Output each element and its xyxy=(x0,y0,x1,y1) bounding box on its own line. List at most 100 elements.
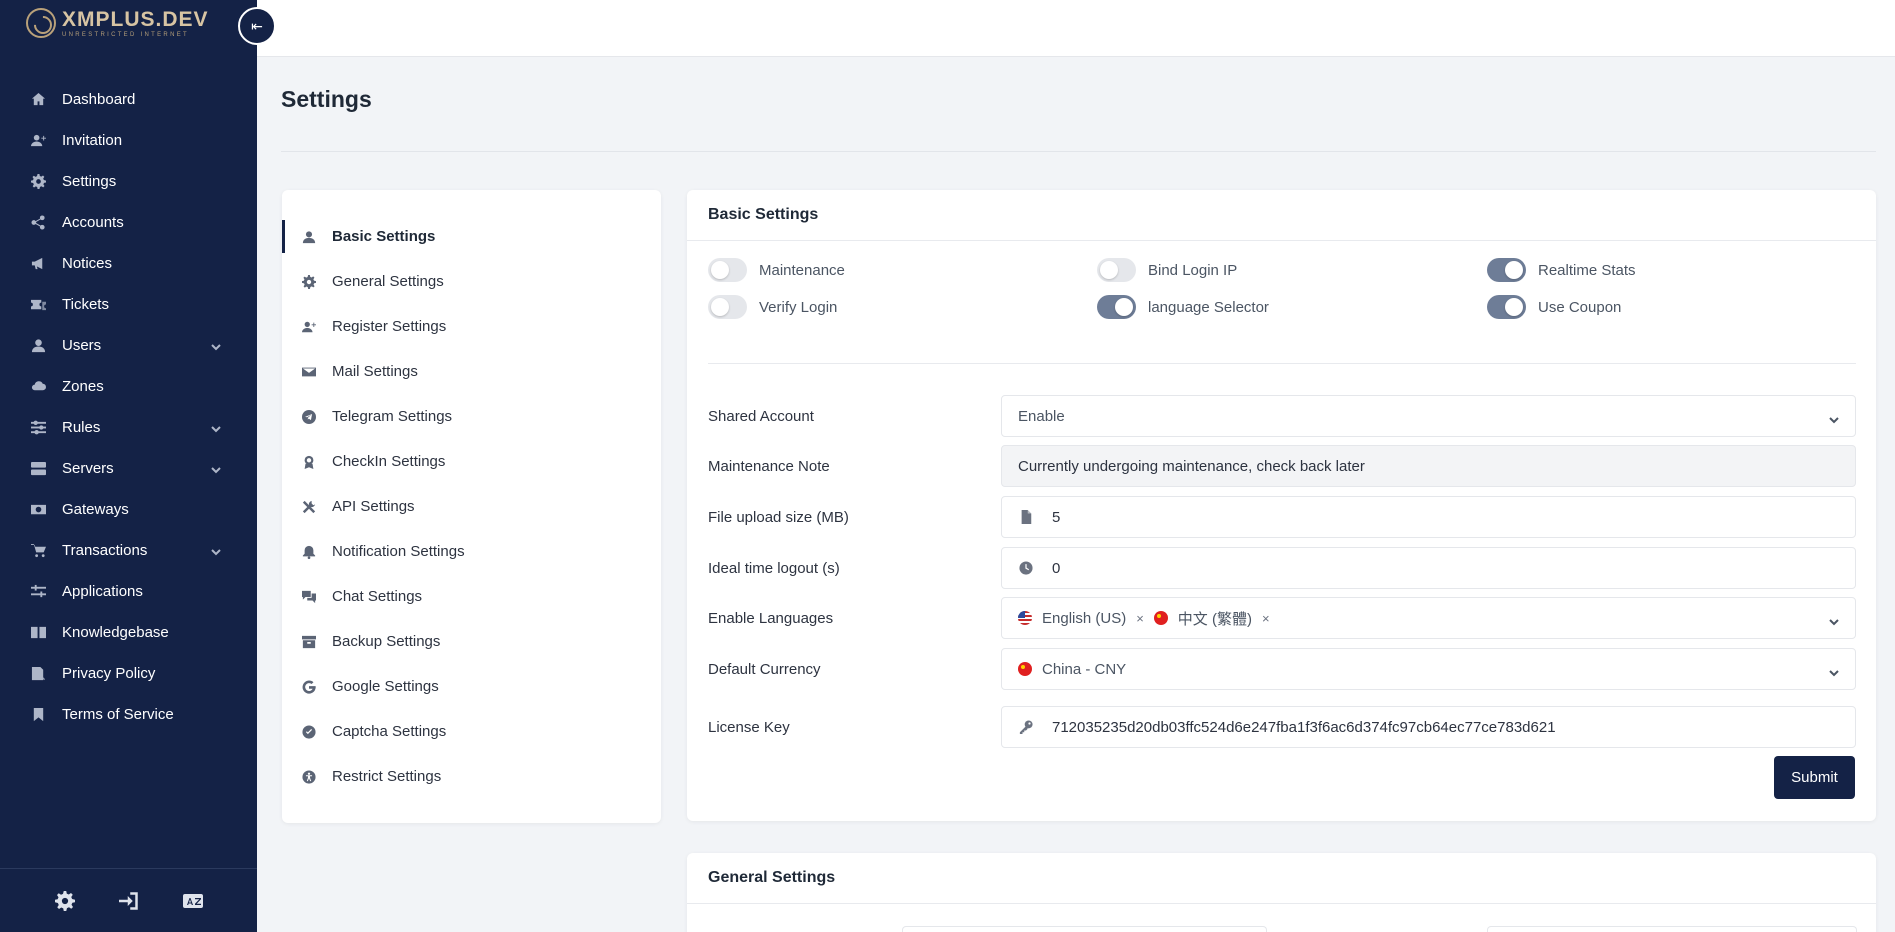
general-settings-field[interactable] xyxy=(902,926,1267,932)
sidebar-item-label: Transactions xyxy=(62,542,148,559)
sidebar-item-terms-of-service[interactable]: Terms of Service xyxy=(0,694,257,735)
settings-menu-backup[interactable]: Backup Settings xyxy=(282,619,661,664)
theme-gear-icon[interactable] xyxy=(53,889,77,913)
settings-menu-label: General Settings xyxy=(332,273,444,290)
check-badge-icon xyxy=(300,723,318,741)
gear-icon xyxy=(29,173,47,191)
settings-menu-label: Captcha Settings xyxy=(332,723,447,740)
language-icon[interactable] xyxy=(181,889,205,913)
general-settings-field[interactable] xyxy=(1487,926,1857,932)
general-settings-header: General Settings xyxy=(687,853,1876,904)
toggle-label: Maintenance xyxy=(759,261,845,279)
cloud-icon xyxy=(29,378,47,396)
accessibility-icon xyxy=(300,768,318,786)
maintenance-note-input[interactable]: Currently undergoing maintenance, check … xyxy=(1001,445,1856,487)
sidebar: XMPLUS.DEV UNRESTRICTED INTERNET Dashboa… xyxy=(0,0,257,932)
sidebar-item-label: Applications xyxy=(62,583,143,600)
brand-logo[interactable]: XMPLUS.DEV UNRESTRICTED INTERNET xyxy=(26,8,209,38)
settings-menu-chat[interactable]: Chat Settings xyxy=(282,574,661,619)
award-icon xyxy=(300,453,318,471)
sidebar-collapse-button[interactable]: ⇤ xyxy=(238,7,276,45)
chevron-down-icon xyxy=(211,421,221,433)
settings-menu-register[interactable]: Register Settings xyxy=(282,304,661,349)
toggle-language-selector[interactable]: language Selector xyxy=(1097,295,1269,319)
toggle-label: Verify Login xyxy=(759,298,838,316)
currency-select[interactable]: China - CNY xyxy=(1001,648,1856,690)
telegram-icon xyxy=(300,408,318,426)
toggle-switch[interactable] xyxy=(1487,295,1526,319)
idle-logout-label: Ideal time logout (s) xyxy=(708,559,840,577)
sidebar-item-zones[interactable]: Zones xyxy=(0,366,257,407)
sidebar-item-transactions[interactable]: Transactions xyxy=(0,530,257,571)
toggle-group: Maintenance Bind Login IP Realtime Stats… xyxy=(708,258,1856,324)
toggle-label: Bind Login IP xyxy=(1148,261,1238,279)
file-upload-label: File upload size (MB) xyxy=(708,508,849,526)
cn-flag-icon xyxy=(1153,611,1168,625)
cn-flag-icon xyxy=(1018,662,1032,676)
sidebar-item-servers[interactable]: Servers xyxy=(0,448,257,489)
toggle-verify-login[interactable]: Verify Login xyxy=(708,295,837,319)
toggle-switch[interactable] xyxy=(708,258,747,282)
settings-menu-notification[interactable]: Notification Settings xyxy=(282,529,661,574)
toggle-switch[interactable] xyxy=(1487,258,1526,282)
settings-menu-captcha[interactable]: Captcha Settings xyxy=(282,709,661,754)
sidebar-item-rules[interactable]: Rules xyxy=(0,407,257,448)
settings-menu-api[interactable]: API Settings xyxy=(282,484,661,529)
shared-account-select[interactable]: Enable xyxy=(1001,395,1856,437)
settings-menu-google[interactable]: Google Settings xyxy=(282,664,661,709)
sidebar-item-gateways[interactable]: Gateways xyxy=(0,489,257,530)
file-upload-size-input[interactable]: 5 xyxy=(1001,496,1856,538)
sidebar-item-notices[interactable]: Notices xyxy=(0,243,257,284)
sidebar-item-settings[interactable]: Settings xyxy=(0,161,257,202)
settings-menu-basic[interactable]: Basic Settings xyxy=(282,214,661,259)
license-key-input[interactable]: 712035235d20db03ffc524d6e247fba1f3f6ac6d… xyxy=(1001,706,1856,748)
toggle-switch[interactable] xyxy=(1097,258,1136,282)
sidebar-item-tickets[interactable]: Tickets xyxy=(0,284,257,325)
sidebar-item-label: Dashboard xyxy=(62,91,136,108)
sidebar-item-label: Zones xyxy=(62,378,104,395)
sidebar-item-label: Settings xyxy=(62,173,117,190)
currency-row: Default Currency China - CNY xyxy=(708,648,1856,690)
sidebar-item-label: Accounts xyxy=(62,214,124,231)
gear-icon xyxy=(300,273,318,291)
globe-logo-icon xyxy=(26,8,56,38)
book-icon xyxy=(29,624,47,642)
toggle-realtime-stats[interactable]: Realtime Stats xyxy=(1487,258,1636,282)
sidebar-item-label: Users xyxy=(62,337,102,354)
languages-multiselect[interactable]: English (US) × 中文 (繁體) × xyxy=(1001,597,1856,639)
general-settings-card: General Settings xyxy=(687,853,1876,932)
toggle-label: Use Coupon xyxy=(1538,298,1622,316)
languages-label: Enable Languages xyxy=(708,609,834,627)
toggle-bind-login-ip[interactable]: Bind Login IP xyxy=(1097,258,1237,282)
toggle-switch[interactable] xyxy=(708,295,747,319)
settings-menu-label: Restrict Settings xyxy=(332,768,442,785)
sidebar-item-invitation[interactable]: Invitation xyxy=(0,120,257,161)
idle-logout-input[interactable]: 0 xyxy=(1001,547,1856,589)
sign-in-icon[interactable] xyxy=(117,889,141,913)
currency-value: China - CNY xyxy=(1042,660,1127,678)
tools-icon xyxy=(300,498,318,516)
sidebar-item-label: Terms of Service xyxy=(62,706,174,723)
sidebar-footer xyxy=(0,868,257,932)
remove-chip-button[interactable]: × xyxy=(1262,611,1270,626)
submit-button[interactable]: Submit xyxy=(1774,756,1855,799)
settings-menu-restrict[interactable]: Restrict Settings xyxy=(282,754,661,799)
sidebar-item-applications[interactable]: Applications xyxy=(0,571,257,612)
clock-icon xyxy=(1018,560,1034,576)
sidebar-item-accounts[interactable]: Accounts xyxy=(0,202,257,243)
toggle-use-coupon[interactable]: Use Coupon xyxy=(1487,295,1621,319)
sidebar-item-users[interactable]: Users xyxy=(0,325,257,366)
toggle-maintenance[interactable]: Maintenance xyxy=(708,258,845,282)
sidebar-item-privacy-policy[interactable]: Privacy Policy xyxy=(0,653,257,694)
chevron-down-icon xyxy=(211,544,221,556)
settings-menu-telegram[interactable]: Telegram Settings xyxy=(282,394,661,439)
sidebar-nav: Dashboard Invitation Settings Accounts N… xyxy=(0,79,257,735)
settings-menu-checkin[interactable]: CheckIn Settings xyxy=(282,439,661,484)
settings-menu-mail[interactable]: Mail Settings xyxy=(282,349,661,394)
toggle-switch[interactable] xyxy=(1097,295,1136,319)
remove-chip-button[interactable]: × xyxy=(1136,611,1144,626)
sidebar-item-dashboard[interactable]: Dashboard xyxy=(0,79,257,120)
settings-menu-general[interactable]: General Settings xyxy=(282,259,661,304)
sidebar-item-knowledgebase[interactable]: Knowledgebase xyxy=(0,612,257,653)
settings-menu-label: Backup Settings xyxy=(332,633,441,650)
